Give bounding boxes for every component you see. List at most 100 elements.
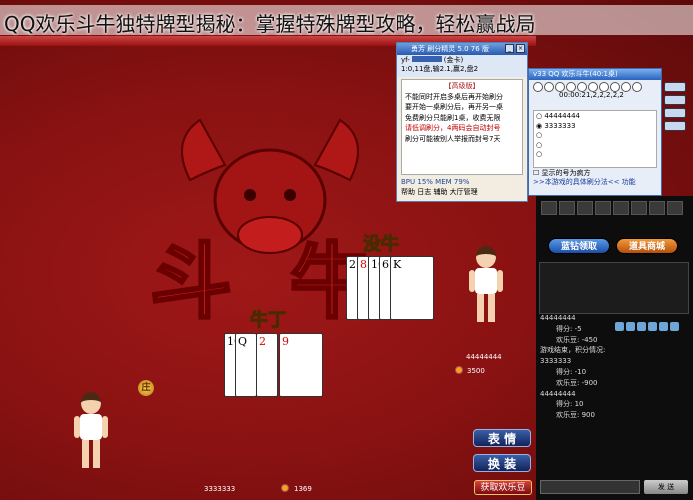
player-list: ○ 44444444 ◉ 3333333 ○ ○ ○: [533, 110, 657, 168]
player-list-name: 3333333: [544, 121, 576, 130]
helper-card-type: (金卡): [443, 56, 464, 64]
avatar-head: [476, 246, 496, 268]
notice-header: 【高级版】: [444, 82, 480, 90]
room-checkbox[interactable]: ☐ 显示的号为疯方: [529, 169, 661, 178]
player-avatar-self[interactable]: [71, 392, 111, 472]
side-button[interactable]: [664, 95, 686, 105]
hand-label-bottom: 牛丁: [250, 310, 287, 332]
stop-icon[interactable]: [544, 82, 554, 92]
log-line: 44444444: [540, 389, 576, 398]
log-line: 得分: -10: [556, 367, 587, 376]
item-slot[interactable]: [559, 201, 575, 215]
card-rank: Q: [238, 335, 248, 348]
card: K: [390, 256, 434, 320]
game-log: 44444444 得分: -5 欢乐豆: -450 游戏结束，积分情况: 3333333…: [540, 313, 690, 463]
room-side-buttons: [664, 82, 690, 134]
avatar-legs: [82, 440, 100, 468]
avatar-arm: [102, 416, 108, 438]
card-rank: K: [393, 258, 402, 271]
notice-line: 刷分可能被别人举报而封号7天: [405, 134, 501, 143]
avatar-arm: [497, 270, 503, 292]
side-button[interactable]: [664, 82, 686, 92]
player-list-item[interactable]: ○: [536, 141, 654, 151]
helper-record: 1:0,11盘,输2.1,赢2,盘2: [401, 65, 479, 73]
card: 2: [256, 333, 278, 397]
card-rank: 6: [382, 258, 389, 271]
player-list-item[interactable]: ◉ 3333333: [536, 122, 654, 132]
helper-account: yf-: [401, 56, 410, 64]
player-list-item[interactable]: ○ 44444444: [536, 112, 654, 122]
card-rank: 2: [349, 258, 356, 271]
item-slot[interactable]: [595, 201, 611, 215]
send-button[interactable]: 发 送: [644, 480, 688, 494]
player-beans-self: 1369: [294, 485, 312, 493]
props-shop-button[interactable]: 道具商城: [616, 238, 678, 254]
get-beans-button[interactable]: 获取欢乐豆: [474, 480, 532, 495]
log-line: 欢乐豆: 900: [556, 411, 595, 420]
helper-menu[interactable]: 帮助 日志 辅助 大厅管理: [397, 187, 527, 197]
item-slot[interactable]: [667, 201, 683, 215]
close-button[interactable]: ×: [516, 44, 525, 53]
logo-char-1: 斗: [148, 233, 233, 332]
avatar-legs: [477, 294, 495, 322]
coin-icon: [281, 484, 289, 492]
minimize-button[interactable]: _: [505, 44, 514, 53]
item-slots: [540, 200, 690, 232]
helper-notice: 【高级版】 不能同时开启多桌后再开始刷分 要开始一桌刷分后，再开另一桌 免费刷分…: [401, 79, 523, 175]
player-list-item[interactable]: ○: [536, 131, 654, 141]
log-line: 欢乐豆: -450: [556, 335, 598, 344]
item-slot[interactable]: [649, 201, 665, 215]
hand-label-top: 没牛: [363, 234, 400, 256]
side-button[interactable]: [664, 108, 686, 118]
item-slot[interactable]: [631, 201, 647, 215]
play-icon[interactable]: [533, 82, 543, 92]
close-icon[interactable]: [632, 82, 642, 92]
player-name-right: 44444444: [466, 353, 502, 361]
item-slot[interactable]: [541, 201, 557, 215]
change-outfit-button[interactable]: 换 装: [473, 454, 531, 472]
helper-title: 勇芳 刷分精灵 5.0 76 版: [411, 45, 489, 53]
log-line: 3333333: [540, 357, 572, 366]
coin-icon: [455, 366, 463, 374]
log-line: 得分: 10: [556, 400, 584, 409]
room-checkbox-label: 显示的号为疯方: [541, 169, 591, 177]
helper-titlebar: 勇芳 刷分精灵 5.0 76 版 _ ×: [397, 43, 527, 55]
log-line: 44444444: [540, 314, 576, 322]
item-slot[interactable]: [613, 201, 629, 215]
card-rank: 2: [259, 335, 266, 348]
room-window: v33 QQ 欢乐斗牛(40:1桌) 00:00:21,2,2,2,2,2 ○ …: [528, 68, 662, 196]
room-title: v33 QQ 欢乐斗牛(40:1桌): [529, 69, 661, 80]
notice-line: 要开始一桌刷分后，再开另一桌: [405, 103, 503, 111]
headline: QQ欢乐斗牛独特牌型揭秘：掌握特殊牌型攻略，轻松赢战局: [4, 12, 536, 36]
player-list-item[interactable]: ○: [536, 150, 654, 160]
expression-button[interactable]: 表 情: [473, 429, 531, 447]
notice-line: 免费刷分只能刷1桌，收费无限: [405, 113, 501, 122]
dealer-token: 庄: [138, 380, 154, 396]
player-name-self: 3333333: [204, 485, 236, 493]
log-line: 得分: -5: [556, 324, 582, 333]
card-rank: 9: [282, 335, 289, 348]
account-mask: [411, 56, 442, 62]
log-line: 游戏结束，积分情况:: [540, 346, 606, 355]
helper-info: yf- (金卡) 1:0,11盘,输2.1,赢2,盘2: [397, 55, 527, 77]
notice-line: 不能同时开启多桌后再开始刷分: [405, 92, 503, 101]
notice-line: 请低调刷分，4两码会自动封号: [405, 124, 501, 132]
chat-display: [539, 262, 689, 314]
card-rank: 8: [360, 258, 367, 271]
room-footer[interactable]: >>本游戏的具体刷分法<< 功能: [529, 178, 661, 187]
chat-send-row: 发 送: [540, 478, 690, 496]
blue-diamond-button[interactable]: 蓝钻领取: [548, 238, 610, 254]
card: Q: [235, 333, 257, 397]
player-avatar-right[interactable]: [466, 246, 506, 326]
log-line: 欢乐豆: -900: [556, 378, 598, 387]
chat-input[interactable]: [540, 480, 640, 494]
player-list-name: 44444444: [544, 112, 580, 120]
helper-stats: BPU 15% MEM 79%: [401, 178, 470, 186]
player-beans-right: 3500: [467, 367, 485, 375]
item-slot[interactable]: [577, 201, 593, 215]
helper-window: 勇芳 刷分精灵 5.0 76 版 _ × yf- (金卡) 1:0,11盘,输2.…: [396, 42, 528, 202]
avatar-head: [81, 392, 101, 414]
card: 9: [279, 333, 323, 397]
side-button[interactable]: [664, 121, 686, 131]
avatar-body: [475, 268, 497, 294]
